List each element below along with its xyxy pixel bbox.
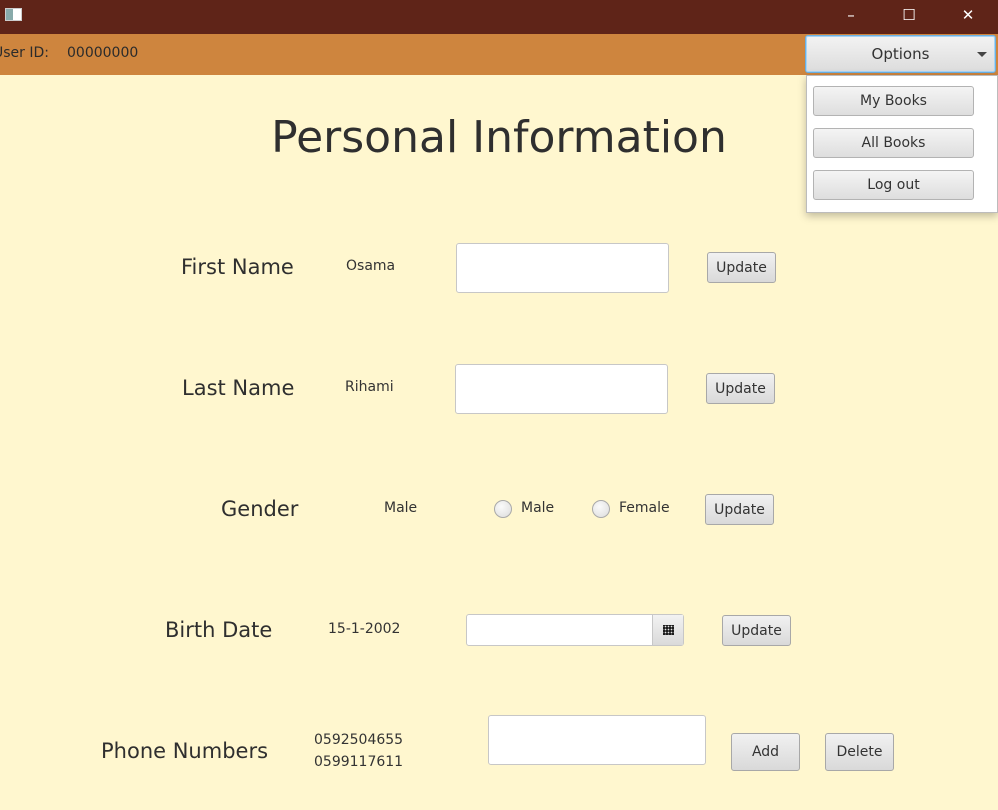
window-titlebar: – ☐ ✕ (0, 0, 998, 34)
last-name-label: Last Name (182, 376, 295, 400)
last-name-update-button[interactable]: Update (706, 373, 775, 404)
page-title: Personal Information (271, 112, 727, 163)
delete-phone-button[interactable]: Delete (825, 733, 894, 771)
last-name-value: Rihami (345, 379, 394, 395)
user-id-value: 00000000 (67, 45, 139, 61)
gender-update-button[interactable]: Update (705, 494, 774, 525)
gender-male-label[interactable]: Male (521, 500, 554, 516)
first-name-label: First Name (181, 255, 294, 279)
app-icon (5, 8, 22, 21)
phone-number-2: 0599117611 (314, 754, 404, 770)
gender-female-label[interactable]: Female (619, 500, 670, 516)
chevron-down-icon (977, 52, 987, 57)
gender-value: Male (384, 500, 418, 516)
phone-number-1: 0592504655 (314, 732, 404, 748)
first-name-update-button[interactable]: Update (707, 252, 776, 283)
calendar-button[interactable] (652, 615, 683, 645)
gender-label: Gender (221, 497, 299, 521)
birth-date-label: Birth Date (165, 618, 273, 642)
last-name-input[interactable] (455, 364, 668, 414)
first-name-input[interactable] (456, 243, 669, 293)
user-id-label: User ID: (0, 45, 49, 61)
first-name-value: Osama (346, 258, 396, 274)
calendar-icon (662, 625, 674, 635)
phone-numbers-label: Phone Numbers (101, 739, 269, 763)
gender-male-radio[interactable] (494, 500, 512, 518)
minimize-button[interactable]: – (826, 0, 876, 30)
maximize-button[interactable]: ☐ (884, 0, 934, 30)
gender-female-radio[interactable] (592, 500, 610, 518)
birth-date-value: 15-1-2002 (328, 621, 401, 637)
add-phone-button[interactable]: Add (731, 733, 800, 771)
log-out-button[interactable]: Log out (813, 170, 974, 200)
close-button[interactable]: ✕ (943, 0, 993, 30)
options-label: Options (871, 45, 930, 63)
birth-date-picker[interactable] (466, 614, 684, 646)
phone-number-input[interactable] (488, 715, 706, 765)
birth-date-update-button[interactable]: Update (722, 615, 791, 646)
options-menu-button[interactable]: Options (805, 35, 996, 73)
